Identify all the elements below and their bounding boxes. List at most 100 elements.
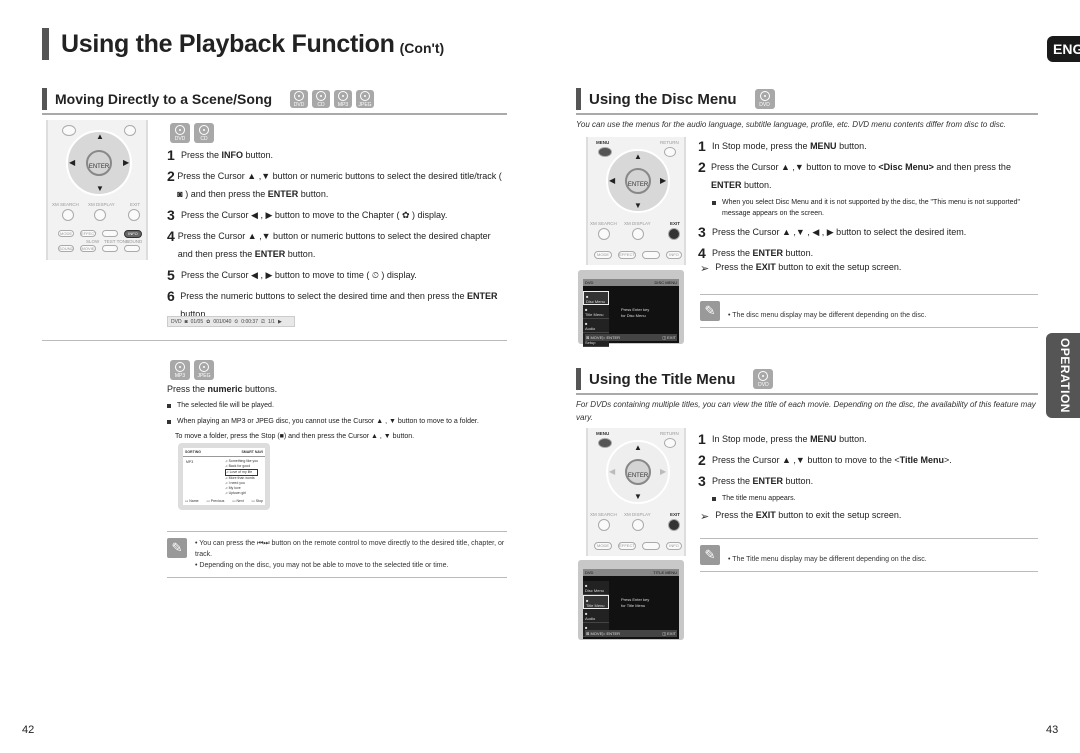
disc-icon-group: DVD: [749, 369, 774, 389]
title-menu-tip: ➢ Press the EXIT button to exit the setu…: [700, 510, 901, 523]
blank-button: [102, 230, 118, 237]
step-item: 2 Press the Cursor ▲ ,▼ button to move to…: [698, 451, 1043, 469]
up-arrow-icon: ▲: [634, 152, 642, 161]
step-text: Press the Cursor ▲ ,▼ button or numeric …: [177, 171, 502, 199]
bullet-text: The selected file will be played.: [177, 402, 274, 409]
info-title: 01/05: [190, 318, 204, 325]
step-item: 3 Press the Cursor ▲ ,▼ , ◀ , ▶ button to…: [698, 223, 1043, 241]
track-item: ♫ Uptown girl: [225, 491, 247, 495]
disc-dvd-icon: DVD: [753, 369, 774, 389]
xm-display-label: XM DISPLAY: [88, 202, 115, 207]
arrow-icon: ➢: [700, 511, 710, 523]
xm-search-button: [598, 228, 610, 240]
step-item: 4 Press the Cursor ▲ ,▼ button or numeric…: [167, 227, 507, 263]
language-badge: ENG: [1047, 36, 1080, 62]
numeric-instruction: Press the numeric buttons.: [167, 384, 277, 394]
screen-header: DVD DISC MENU: [583, 279, 679, 286]
return-icon: [664, 147, 676, 157]
angle-icon: ⎚: [260, 318, 265, 325]
section-heading-disc-menu: Using the Disc Menu DVD: [576, 88, 1038, 115]
title-bar-accent: [42, 28, 49, 60]
title-menu-intro: For DVDs containing multiple titles, you…: [576, 400, 1036, 422]
operation-tab[interactable]: OPERATION: [1046, 333, 1080, 418]
down-arrow-icon: ▼: [634, 492, 642, 501]
step-text: Press the Cursor ▲ ,▼ button to move to …: [710, 162, 1011, 190]
mode-button: MODE: [58, 230, 74, 237]
step-number: 2: [167, 168, 175, 184]
track-list: ♫ Something like you ♫ Back for good ♫ Lov…: [225, 459, 259, 496]
footer-item: ▭ Previous: [206, 499, 225, 503]
screen-menu-item: ■ Disc Menu: [583, 581, 609, 595]
chapter-icon: ✿: [206, 318, 211, 325]
xm-search-button: [62, 209, 74, 221]
screen-menu-item: ■ Audio: [583, 319, 609, 333]
slow-label: SLOW: [86, 239, 100, 244]
numeric-post: buttons.: [242, 384, 278, 394]
title-subtitle: (Con't): [399, 40, 445, 56]
step-text: Press the Cursor ◀ , ▶ button to move to…: [181, 270, 417, 280]
menu-label: MENU: [596, 431, 610, 436]
bullet-item: When playing an MP3 or JPEG disc, you ca…: [167, 416, 512, 427]
step-number: 1: [698, 138, 706, 154]
enter-button: ENTER: [86, 150, 112, 176]
disc-menu-screen: DVD DISC MENU ■ Disc Menu ■ Title Menu ■ Audio…: [578, 270, 684, 347]
disc-mp3-icon: MP3: [170, 360, 190, 380]
title-icon: ◙: [184, 318, 188, 325]
blank-button-2: [102, 245, 118, 252]
step-text: Press the Cursor ▲ ,▼ , ◀ , ▶ button to …: [712, 227, 967, 237]
info-button: INFO: [666, 542, 682, 550]
step-item: 4 Press the ENTER button.: [698, 244, 1043, 262]
step-number: 3: [167, 207, 175, 223]
note-line: • Depending on the disc, you may not be …: [195, 562, 449, 569]
note-text: • The Title menu display may be differen…: [728, 556, 927, 563]
smart-navi-label: SMART NAVI: [241, 450, 263, 454]
xm-display-button: [632, 519, 644, 531]
bullet-item: The selected file will be played.: [167, 400, 512, 411]
down-arrow-icon: ▼: [634, 201, 642, 210]
note-text: • You can press the ⏮⏭ button on the rem…: [195, 538, 507, 571]
step-text: Press the INFO button.: [181, 150, 274, 160]
screen-footer: ⊠ MOVE ▷ ENTER ◫ EXIT: [585, 630, 677, 637]
file-browser-header: SORTING SMART NAVI: [183, 448, 265, 457]
disc-icon-group: DVD: [751, 89, 775, 109]
step-number: 1: [167, 147, 175, 163]
screen-menu-item: ■ Disc Menu: [583, 291, 609, 305]
heading-bar: [576, 88, 581, 110]
step-number: 2: [698, 452, 706, 468]
screen-message: Press Enter key for Title Menu: [621, 597, 650, 608]
right-arrow-icon: ▶: [660, 176, 667, 185]
bullet-continuation: To move a folder, press the Stop (■) and…: [167, 431, 512, 442]
return-label: RETURN: [660, 140, 679, 145]
footer-item: ▭ Next: [232, 499, 244, 503]
step-item: 1 In Stop mode, press the MENU button.: [698, 137, 1043, 155]
step-number: 3: [698, 473, 706, 489]
mode-button: MODE: [594, 251, 612, 259]
xm-search-label: XM SEARCH: [590, 221, 617, 226]
up-arrow-icon: ▲: [96, 132, 104, 141]
xm-display-label: XM DISPLAY: [624, 512, 651, 517]
file-browser-footer: ▭ Name ▭ Previous ▭ Next ▭ Stop: [185, 499, 263, 503]
right-arrow-icon: ▶: [123, 158, 130, 167]
return-icon: [664, 438, 676, 448]
info-disc: DVD: [171, 318, 182, 325]
title-menu-screen: DVD TITLE MENU ■ Disc Menu ■ Title Menu ■ Audi…: [578, 560, 684, 640]
screen-menu-item: ■ Title Menu: [583, 305, 609, 319]
disc-cd-icon: CD: [194, 123, 214, 143]
step-bullet: The title menu appears.: [712, 493, 1043, 504]
remote-control-illustration: MENU RETURN ▲ ▼ ◀ ▶ ENTER XM SEARCH XM D…: [586, 428, 686, 556]
exit-button: [128, 209, 140, 221]
down-arrow-icon: ▼: [96, 184, 104, 193]
blank-button: [642, 542, 660, 550]
disc-menu-intro: You can use the menus for the audio lang…: [576, 120, 1007, 129]
disc-jpeg-icon: JPEG: [356, 90, 375, 108]
left-arrow-icon: ◀: [69, 158, 76, 167]
disc-cd-icon: CD: [312, 90, 331, 108]
step-text: In Stop mode, press the MENU button.: [712, 434, 867, 444]
disc-mp3-icon: MP3: [334, 90, 353, 108]
screen-menu-item: ■ Audio: [583, 609, 609, 623]
step-text: Press the Cursor ▲ ,▼ button or numeric …: [177, 231, 491, 259]
folder-label: MP3: [186, 460, 194, 464]
movie-button: MOVIE: [80, 245, 96, 252]
step-item: 5 Press the Cursor ◀ , ▶ button to move t…: [167, 266, 507, 284]
note-pencil-icon: ✎: [700, 545, 720, 565]
